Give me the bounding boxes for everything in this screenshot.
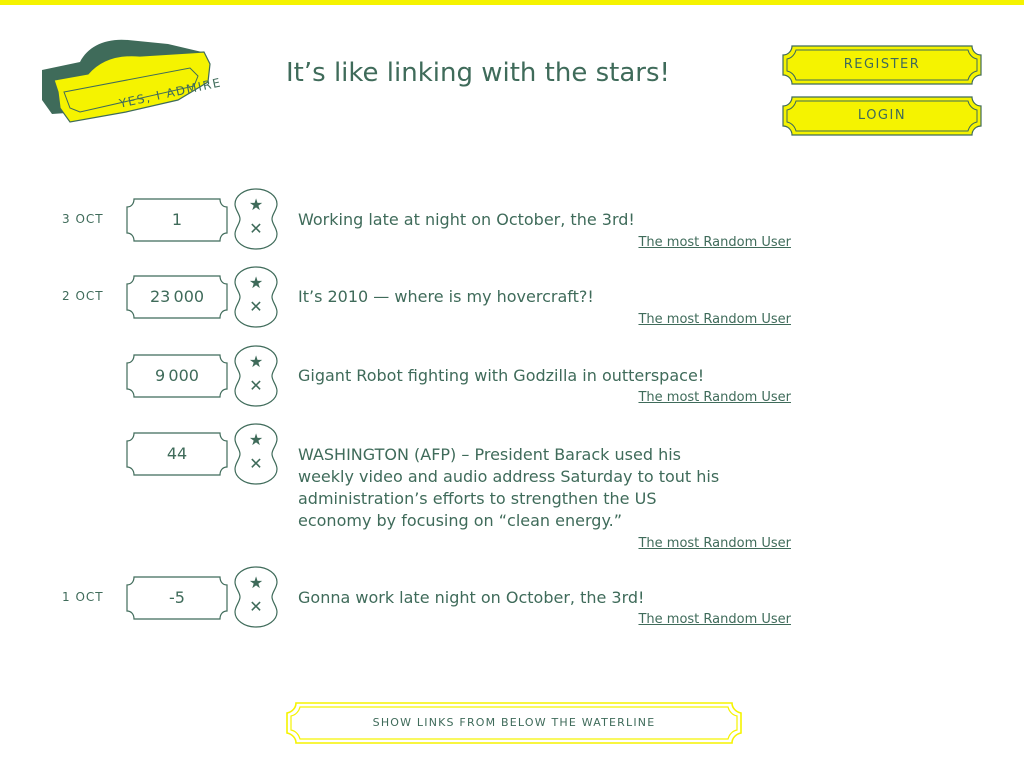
post-score: 1	[126, 198, 228, 242]
post-user-link[interactable]: The most Random User	[560, 312, 791, 327]
login-button[interactable]: LOGIN	[782, 96, 982, 136]
upvote-star-icon[interactable]: ★	[246, 194, 266, 216]
login-label: LOGIN	[857, 108, 907, 123]
show-more-links-button[interactable]: SHOW LINKS FROM BELOW THE WATERLINE	[286, 702, 742, 744]
post-user-link[interactable]: The most Random User	[560, 235, 791, 250]
vote-widget: ★ ✕	[234, 266, 278, 328]
post-text: WASHINGTON (AFP) – President Barack used…	[298, 445, 720, 530]
post-user-link[interactable]: The most Random User	[560, 390, 791, 405]
downvote-x-icon[interactable]: ✕	[246, 375, 266, 397]
downvote-x-icon[interactable]: ✕	[246, 453, 266, 475]
score-value: 9 000	[155, 366, 199, 385]
post-date: 3 OCT	[62, 212, 104, 226]
post-date: 2 OCT	[62, 289, 104, 303]
vote-widget: ★ ✕	[234, 188, 278, 250]
post-text: Gigant Robot fighting with Godzilla in o…	[298, 366, 705, 385]
post-score: -5	[126, 576, 228, 620]
post-user-link[interactable]: The most Random User	[560, 612, 791, 627]
vote-widget: ★ ✕	[234, 566, 278, 628]
top-accent-bar	[0, 0, 1024, 5]
upvote-star-icon[interactable]: ★	[246, 572, 266, 594]
post-text: Working late at night on October, the 3r…	[298, 210, 635, 229]
post-user-link[interactable]: The most Random User	[560, 536, 791, 551]
downvote-x-icon[interactable]: ✕	[246, 218, 266, 240]
show-more-label: SHOW LINKS FROM BELOW THE WATERLINE	[372, 716, 656, 729]
upvote-star-icon[interactable]: ★	[246, 429, 266, 451]
post-score: 44	[126, 432, 228, 476]
downvote-x-icon[interactable]: ✕	[246, 596, 266, 618]
score-value: -5	[169, 588, 185, 607]
post-text: Gonna work late night on October, the 3r…	[298, 588, 645, 607]
post-text: It’s 2010 — where is my hovercraft?!	[298, 287, 594, 306]
logo[interactable]: YES, I ADMIRE	[40, 30, 223, 126]
upvote-star-icon[interactable]: ★	[246, 351, 266, 373]
score-value: 44	[166, 444, 188, 463]
post-score: 9 000	[126, 354, 228, 398]
vote-widget: ★ ✕	[234, 345, 278, 407]
vote-widget: ★ ✕	[234, 423, 278, 485]
logo-badge-shape	[42, 39, 211, 123]
score-value: 1	[171, 210, 183, 229]
downvote-x-icon[interactable]: ✕	[246, 296, 266, 318]
score-value: 23 000	[149, 287, 205, 306]
page-tagline: It’s like linking with the stars!	[286, 58, 670, 88]
post-date: 1 OCT	[62, 590, 104, 604]
upvote-star-icon[interactable]: ★	[246, 272, 266, 294]
register-label: REGISTER	[843, 57, 921, 72]
register-button[interactable]: REGISTER	[782, 45, 982, 85]
post-score: 23 000	[126, 275, 228, 319]
